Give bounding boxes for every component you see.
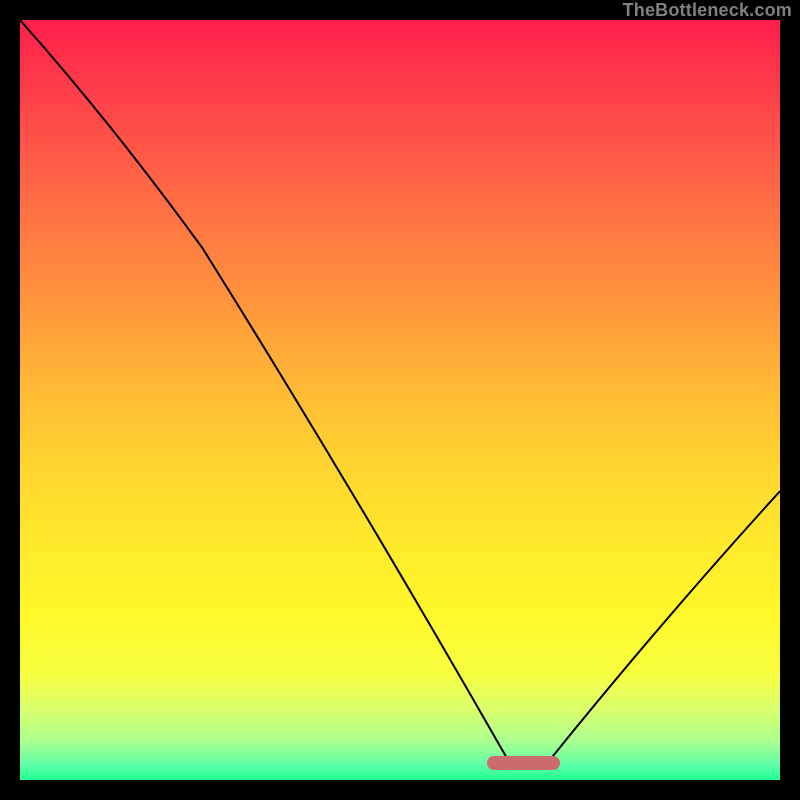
optimal-range-marker	[487, 756, 559, 770]
curve-svg	[20, 20, 780, 780]
watermark-label: TheBottleneck.com	[623, 0, 792, 20]
bottleneck-curve	[20, 20, 780, 757]
plot-area	[20, 20, 780, 780]
chart-frame: TheBottleneck.com	[0, 0, 800, 800]
